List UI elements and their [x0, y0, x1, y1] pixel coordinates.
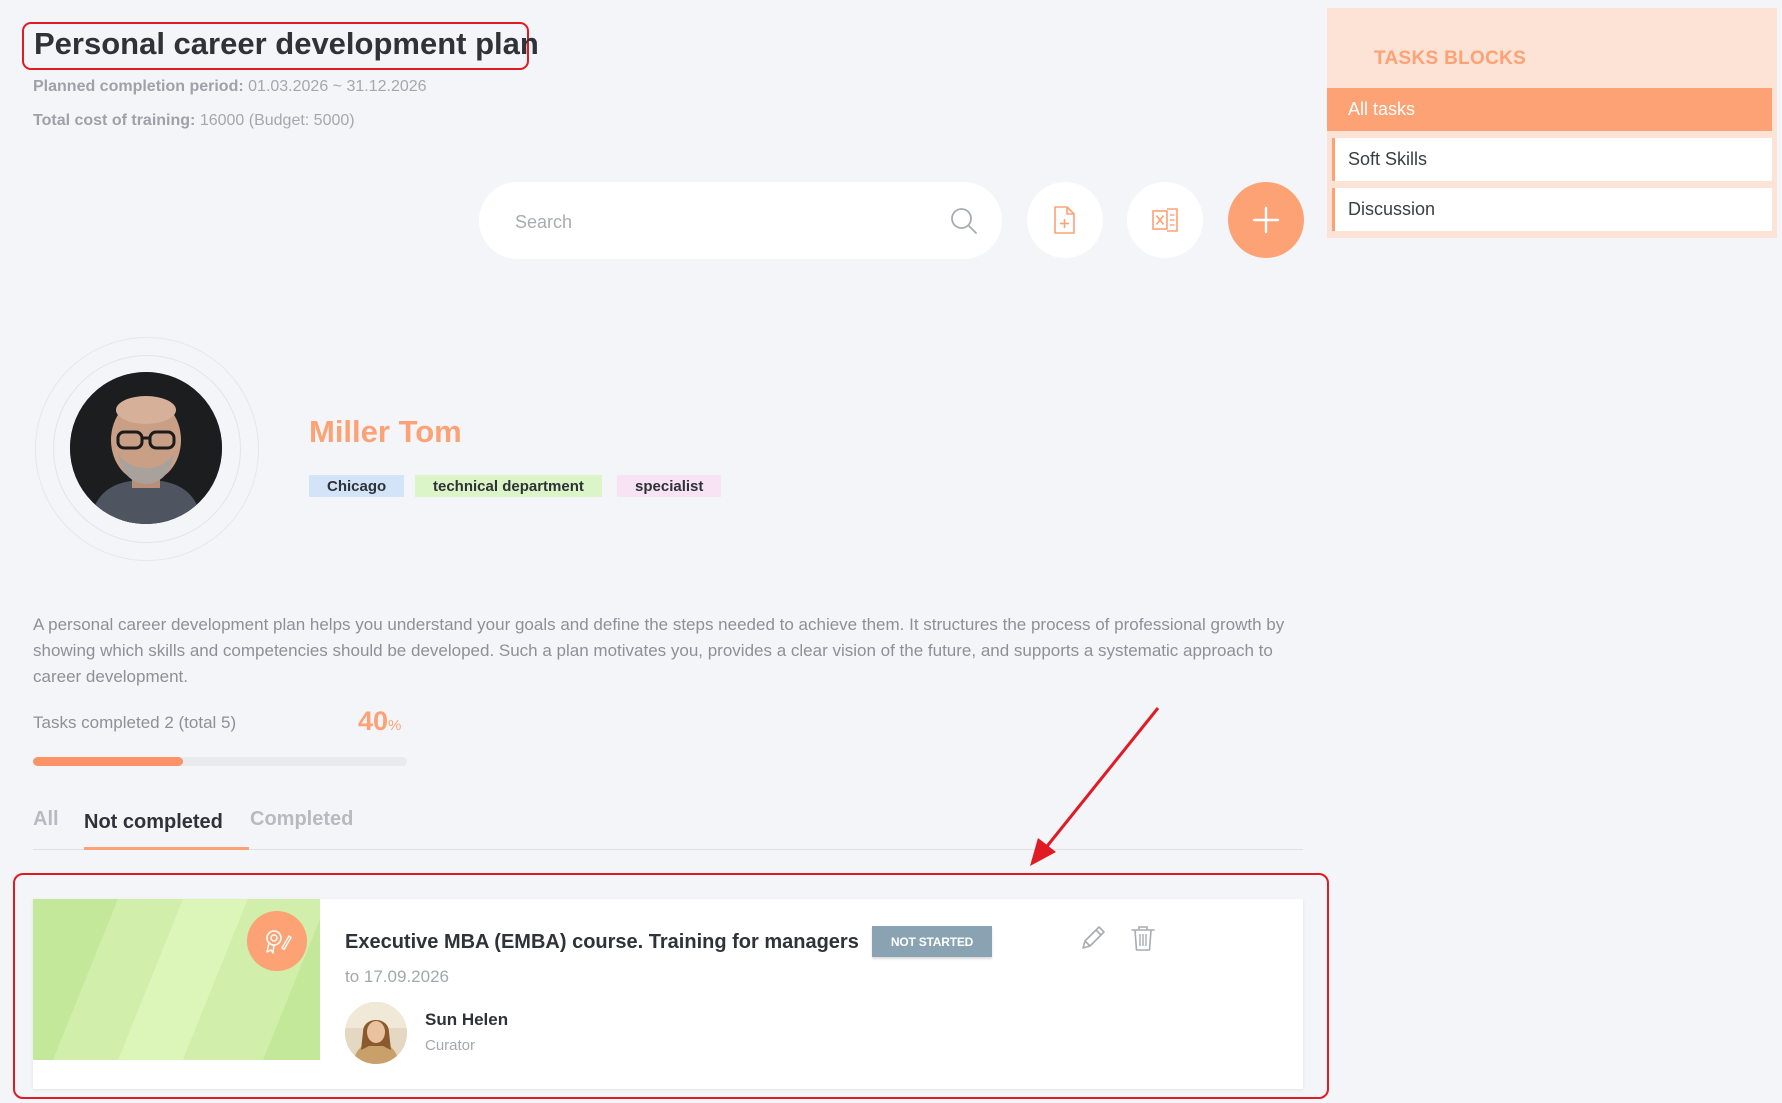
tasks-blocks-title: TASKS BLOCKS	[1374, 48, 1527, 69]
tab-all[interactable]: All	[33, 808, 59, 831]
progress-percent-unit: %	[388, 717, 402, 734]
document-add-icon	[1054, 206, 1075, 234]
task-thumbnail	[33, 899, 320, 1060]
page-title: Personal career development plan	[34, 26, 539, 61]
location-tag: Chicago	[309, 475, 405, 497]
edit-icon[interactable]	[1078, 923, 1108, 953]
task-card[interactable]: Executive MBA (EMBA) course. Training fo…	[33, 899, 1303, 1089]
progress-percent-value: 40	[358, 706, 389, 736]
curator-photo-icon	[345, 1002, 407, 1064]
add-task-button[interactable]	[1228, 182, 1304, 258]
department-tag: technical department	[415, 475, 602, 497]
export-excel-button[interactable]	[1127, 182, 1203, 258]
status-badge: NOT STARTED	[872, 926, 992, 957]
person-photo-icon	[70, 372, 222, 524]
training-cost: Total cost of training: 16000 (Budget: 5…	[33, 112, 355, 130]
progress-percent: 40%	[358, 706, 401, 737]
search-box	[479, 182, 1002, 259]
training-cost-label: Total cost of training:	[33, 112, 196, 129]
curator-role: Curator	[425, 1037, 476, 1054]
trash-icon[interactable]	[1128, 923, 1158, 953]
sidebar-item-discussion[interactable]: Discussion	[1332, 188, 1772, 231]
planned-period-label: Planned completion period:	[33, 78, 244, 95]
certificate-icon	[266, 930, 292, 954]
employee-name: Miller Tom	[309, 414, 462, 449]
search-icon[interactable]	[949, 206, 979, 236]
progress-bar-fill	[33, 757, 183, 766]
tasks-blocks-panel: TASKS BLOCKS All tasks Soft Skills Discu…	[1327, 8, 1777, 238]
curator-avatar	[345, 1002, 407, 1064]
excel-icon	[1152, 208, 1178, 232]
planned-period: Planned completion period: 01.03.2026 ~ …	[33, 78, 427, 96]
plus-icon	[1252, 206, 1280, 234]
annotation-arrow-icon	[1030, 707, 1160, 866]
progress-label: Tasks completed 2 (total 5)	[33, 713, 237, 732]
tab-not-completed[interactable]: Not completed	[84, 811, 223, 834]
training-cost-value: 16000 (Budget: 5000)	[199, 112, 355, 129]
planned-period-value: 01.03.2026 ~ 31.12.2026	[248, 78, 427, 95]
plan-description: A personal career development plan helps…	[33, 615, 1285, 686]
curator-name: Sun Helen	[425, 1010, 509, 1029]
sidebar-item-all-tasks[interactable]: All tasks	[1327, 88, 1772, 131]
progress-bar	[33, 757, 407, 766]
position-tag: specialist	[617, 475, 722, 497]
task-type-badge	[247, 911, 307, 971]
export-document-button[interactable]	[1027, 182, 1103, 258]
avatar	[70, 372, 222, 524]
task-due-date: to 17.09.2026	[345, 967, 449, 986]
task-title[interactable]: Executive MBA (EMBA) course. Training fo…	[345, 931, 859, 954]
sidebar-item-soft-skills[interactable]: Soft Skills	[1332, 138, 1772, 181]
tab-completed[interactable]: Completed	[250, 808, 353, 831]
active-tab-indicator	[84, 847, 249, 850]
search-input[interactable]	[513, 206, 917, 238]
